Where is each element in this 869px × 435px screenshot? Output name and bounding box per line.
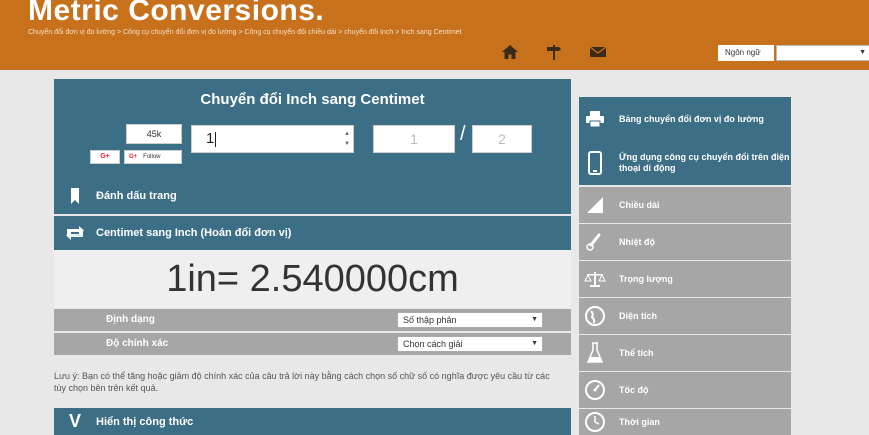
formula-icon: V [68, 411, 81, 431]
sidebar-item-time[interactable]: Thời gian [579, 409, 791, 435]
bookmark-icon [63, 178, 87, 214]
text-caret [215, 131, 217, 147]
sidebar-item-mobile-app[interactable]: Ứng dụng công cụ chuyển đổi trên điện th… [579, 141, 791, 185]
language-label: Ngôn ngữ [718, 45, 774, 61]
share-count-badge: 45k [126, 124, 182, 144]
show-formula-button[interactable]: V Hiển thị công thức [54, 408, 571, 435]
follow-label: Follow [143, 154, 161, 160]
converter-panel: Chuyển đổi Inch sang Centimet 45k G+ G+ F… [54, 79, 571, 178]
printer-icon [579, 97, 611, 141]
gplus-button[interactable]: G+ [90, 150, 120, 164]
flask-icon [579, 335, 611, 371]
home-icon[interactable] [500, 42, 520, 62]
swap-icon [63, 216, 87, 250]
mail-icon[interactable] [588, 42, 608, 62]
precision-label: Độ chính xác [106, 338, 169, 349]
format-label: Định dạng [106, 314, 155, 325]
fraction-separator: / [460, 123, 466, 145]
sidebar-item-volume[interactable]: Thể tích [579, 335, 791, 371]
speedometer-icon [579, 372, 611, 408]
breadcrumb[interactable]: Chuyển đổi đơn vị đo lường > Công cụ chu… [28, 28, 498, 38]
sidebar-item-label: Chiều dài [619, 199, 660, 210]
globe-icon [579, 298, 611, 334]
fraction-denominator-input[interactable]: 2 [472, 125, 532, 153]
scale-icon [579, 261, 611, 297]
sidebar-item-label: Tốc độ [619, 384, 649, 395]
chevron-down-icon: ▼ [531, 340, 538, 347]
format-row: Định dạng Số thập phân ▼ [54, 309, 571, 331]
precision-note: Lưu ý: Bạn có thể tăng hoặc giảm độ chín… [54, 371, 550, 393]
clock-icon [579, 409, 611, 435]
language-select[interactable]: ▼ [776, 45, 869, 61]
sidebar-item-length[interactable]: Chiều dài [579, 187, 791, 223]
sidebar-item-label: Thời gian [619, 416, 660, 427]
show-formula-label: Hiển thị công thức [96, 415, 194, 428]
bookmark-label: Đánh dấu trang [96, 190, 177, 202]
fraction-numerator-input[interactable]: 1 [373, 125, 455, 153]
number-spinner[interactable]: ▲ ▼ [344, 129, 350, 149]
sidebar-item-area[interactable]: Diện tích [579, 298, 791, 334]
site-title[interactable]: Metric Conversions. [28, 0, 324, 28]
follow-button[interactable]: G+ Follow [124, 150, 182, 164]
format-select[interactable]: Số thập phân ▼ [397, 312, 543, 328]
conversion-result: 1in= 2.540000cm [54, 250, 571, 308]
header-icons [500, 42, 608, 62]
value-input[interactable]: 1 ▲ ▼ [191, 125, 354, 153]
precision-select[interactable]: Chọn cách giải ▼ [397, 336, 543, 352]
converter-title: Chuyển đổi Inch sang Centimet [200, 91, 425, 108]
sidebar-item-label: Bảng chuyển đổi đơn vị đo lường [619, 113, 764, 124]
precision-row: Độ chính xác Chọn cách giải ▼ [54, 333, 571, 355]
sidebar-item-speed[interactable]: Tốc độ [579, 372, 791, 408]
sidebar-item-label: Ứng dụng công cụ chuyển đổi trên điện th… [619, 152, 790, 173]
sidebar-item-weight[interactable]: Trọng lượng [579, 261, 791, 297]
thermometer-icon [579, 224, 611, 260]
sidebar-item-conversion-table[interactable]: Bảng chuyển đổi đơn vị đo lường [579, 97, 791, 141]
chevron-down-icon: ▼ [859, 49, 866, 56]
bookmark-button[interactable]: Đánh dấu trang [54, 178, 571, 214]
sidebar-item-temperature[interactable]: Nhiệt độ [579, 224, 791, 260]
sidebar-item-label: Thể tích [619, 347, 654, 358]
format-select-value: Số thập phân [403, 315, 457, 325]
signpost-icon[interactable] [544, 42, 564, 62]
phone-icon [579, 141, 611, 185]
sidebar-item-label: Trọng lượng [619, 273, 673, 284]
sidebar-item-label: Diện tích [619, 310, 658, 321]
ruler-icon [579, 187, 611, 223]
gplus-icon: G+ [129, 154, 138, 160]
swap-units-label: Centimet sang Inch (Hoán đổi đơn vị) [96, 227, 292, 239]
sidebar-item-label: Nhiệt độ [619, 236, 655, 247]
swap-units-button[interactable]: Centimet sang Inch (Hoán đổi đơn vị) [54, 216, 571, 250]
value-input-text: 1 [206, 130, 215, 147]
precision-select-value: Chọn cách giải [403, 339, 463, 349]
site-header: Metric Conversions. Chuyển đổi đơn vị đo… [0, 0, 869, 70]
chevron-down-icon: ▼ [531, 316, 538, 323]
